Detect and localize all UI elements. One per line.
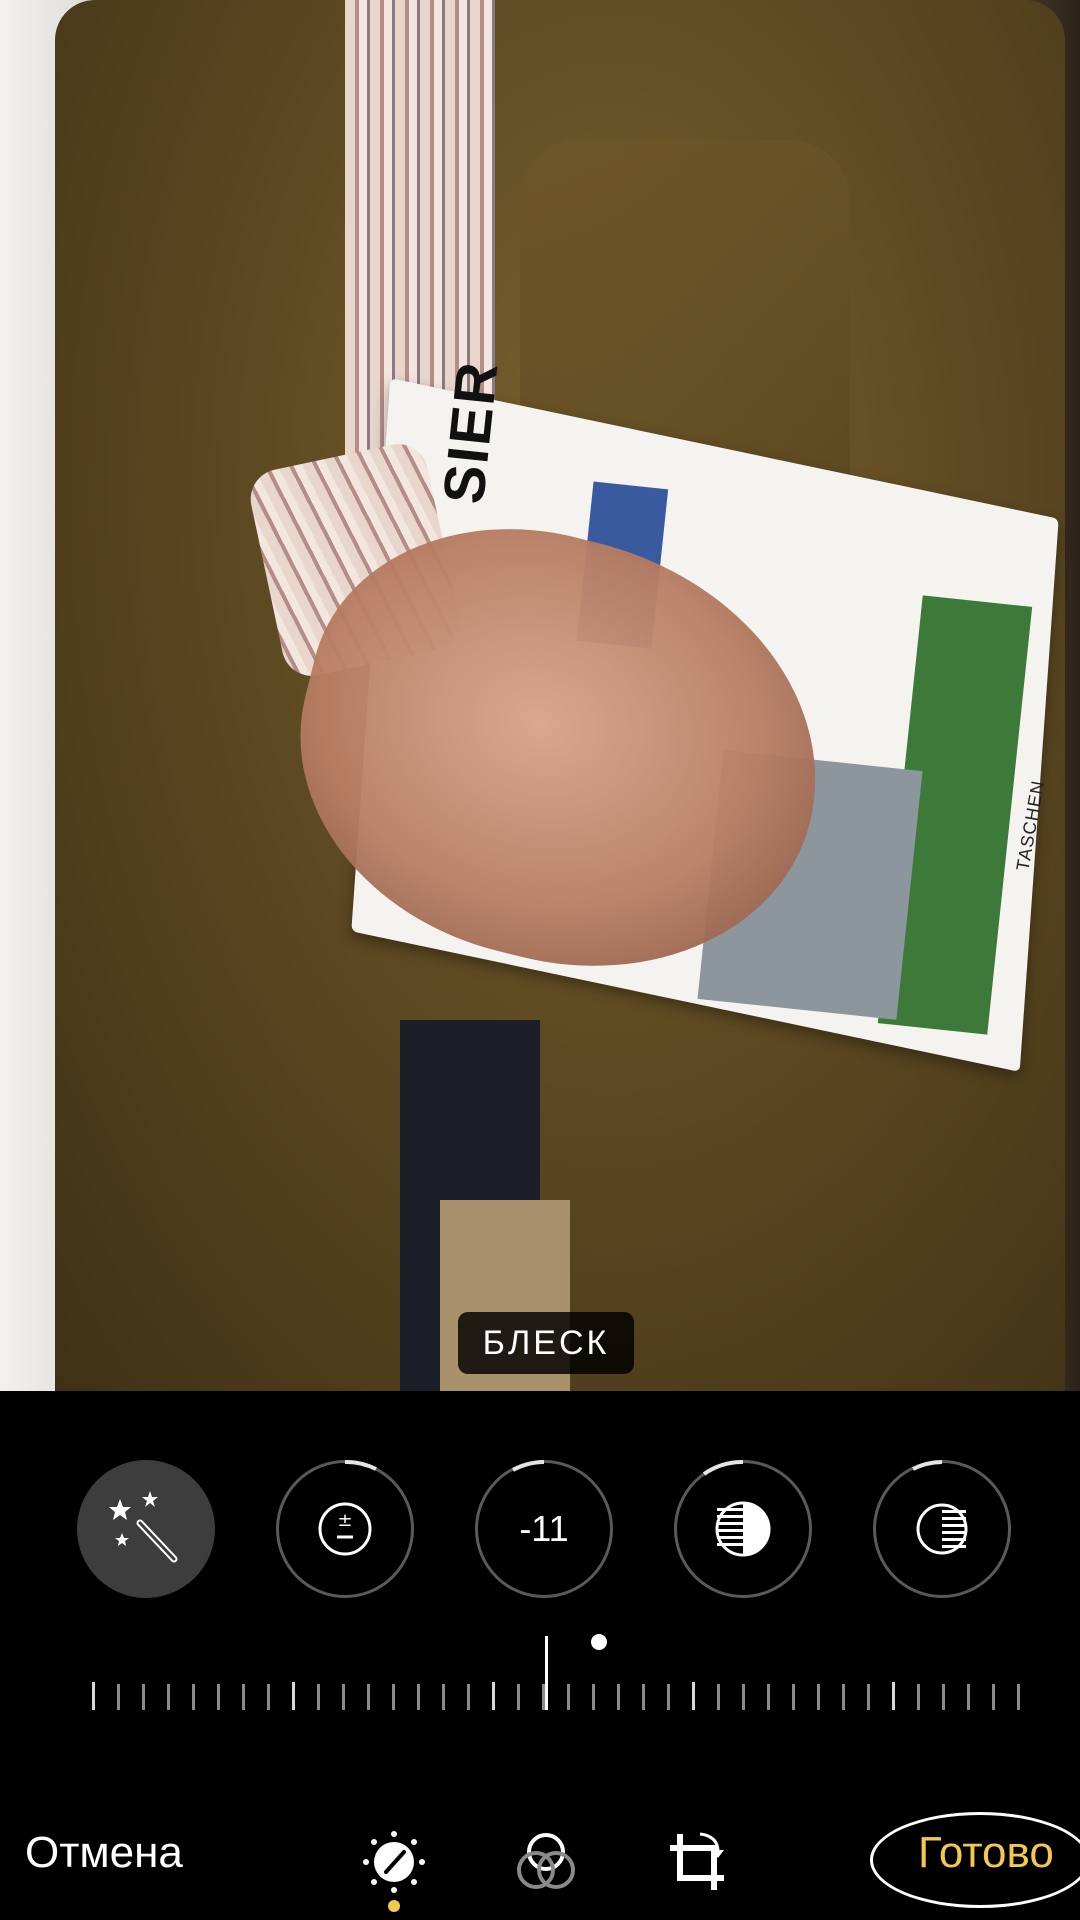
slider-tick bbox=[392, 1684, 395, 1710]
dial-progress-arc bbox=[912, 1460, 943, 1471]
dial-progress-arc bbox=[702, 1460, 744, 1476]
adjustment-name-label: БЛЕСК bbox=[458, 1312, 634, 1374]
slider-tick bbox=[367, 1684, 370, 1710]
slider-tick bbox=[942, 1684, 945, 1710]
slider-tick bbox=[892, 1682, 895, 1710]
adjust-dial-icon[interactable] bbox=[362, 1830, 426, 1894]
slider-tick bbox=[567, 1684, 570, 1710]
slider-tick bbox=[267, 1684, 270, 1710]
slider-tick bbox=[842, 1684, 845, 1710]
slider-tick bbox=[292, 1682, 295, 1710]
filters-icon[interactable] bbox=[514, 1830, 578, 1894]
slider-tick bbox=[792, 1684, 795, 1710]
adjustment-dials: ± -11 bbox=[0, 1460, 1080, 1602]
slider-tick bbox=[617, 1684, 620, 1710]
brilliance-dial[interactable]: -11 bbox=[475, 1460, 613, 1598]
selected-tab-indicator bbox=[388, 1900, 400, 1912]
auto-enhance-button[interactable] bbox=[77, 1460, 215, 1598]
crop-rotate-icon[interactable] bbox=[666, 1830, 730, 1894]
slider-tick bbox=[992, 1684, 995, 1710]
slider-tick bbox=[692, 1682, 695, 1710]
slider-tick bbox=[142, 1684, 145, 1710]
slider-tick bbox=[492, 1682, 495, 1710]
dial-progress-arc bbox=[512, 1460, 545, 1472]
slider-tick bbox=[417, 1684, 420, 1710]
slider-tick bbox=[92, 1682, 95, 1710]
slider-tick bbox=[442, 1684, 445, 1710]
slider-tick bbox=[167, 1684, 170, 1710]
slider-tick bbox=[1017, 1684, 1020, 1710]
slider-tick bbox=[742, 1684, 745, 1710]
magic-wand-icon bbox=[109, 1491, 178, 1563]
slider-tick bbox=[217, 1684, 220, 1710]
slider-tick bbox=[542, 1684, 545, 1710]
slider-center-indicator bbox=[545, 1636, 548, 1710]
slider-tick bbox=[717, 1684, 720, 1710]
slider-tick bbox=[467, 1684, 470, 1710]
slider-tick bbox=[117, 1684, 120, 1710]
slider-tick bbox=[767, 1684, 770, 1710]
bottom-toolbar: Отмена Готово bbox=[0, 1800, 1080, 1920]
cancel-button[interactable]: Отмена bbox=[25, 1828, 183, 1878]
slider-tick bbox=[242, 1684, 245, 1710]
slider-tick bbox=[867, 1684, 870, 1710]
dial-progress-arc bbox=[344, 1460, 377, 1471]
exposure-button[interactable]: ± bbox=[276, 1460, 414, 1598]
slider-tick bbox=[917, 1684, 920, 1710]
slider-zero-dot bbox=[591, 1634, 607, 1650]
highlights-button[interactable] bbox=[674, 1460, 812, 1598]
adjustment-slider[interactable] bbox=[92, 1634, 1052, 1710]
done-button[interactable]: Готово bbox=[918, 1828, 1054, 1878]
photo-preview: SIER TASCHEN bbox=[0, 0, 1080, 1391]
slider-tick bbox=[817, 1684, 820, 1710]
slider-tick bbox=[317, 1684, 320, 1710]
slider-tick bbox=[967, 1684, 970, 1710]
slider-tick bbox=[667, 1684, 670, 1710]
slider-tick bbox=[642, 1684, 645, 1710]
slider-tick bbox=[192, 1684, 195, 1710]
slider-tick bbox=[342, 1684, 345, 1710]
slider-tick bbox=[517, 1684, 520, 1710]
shadows-button[interactable] bbox=[873, 1460, 1011, 1598]
slider-tick bbox=[592, 1684, 595, 1710]
